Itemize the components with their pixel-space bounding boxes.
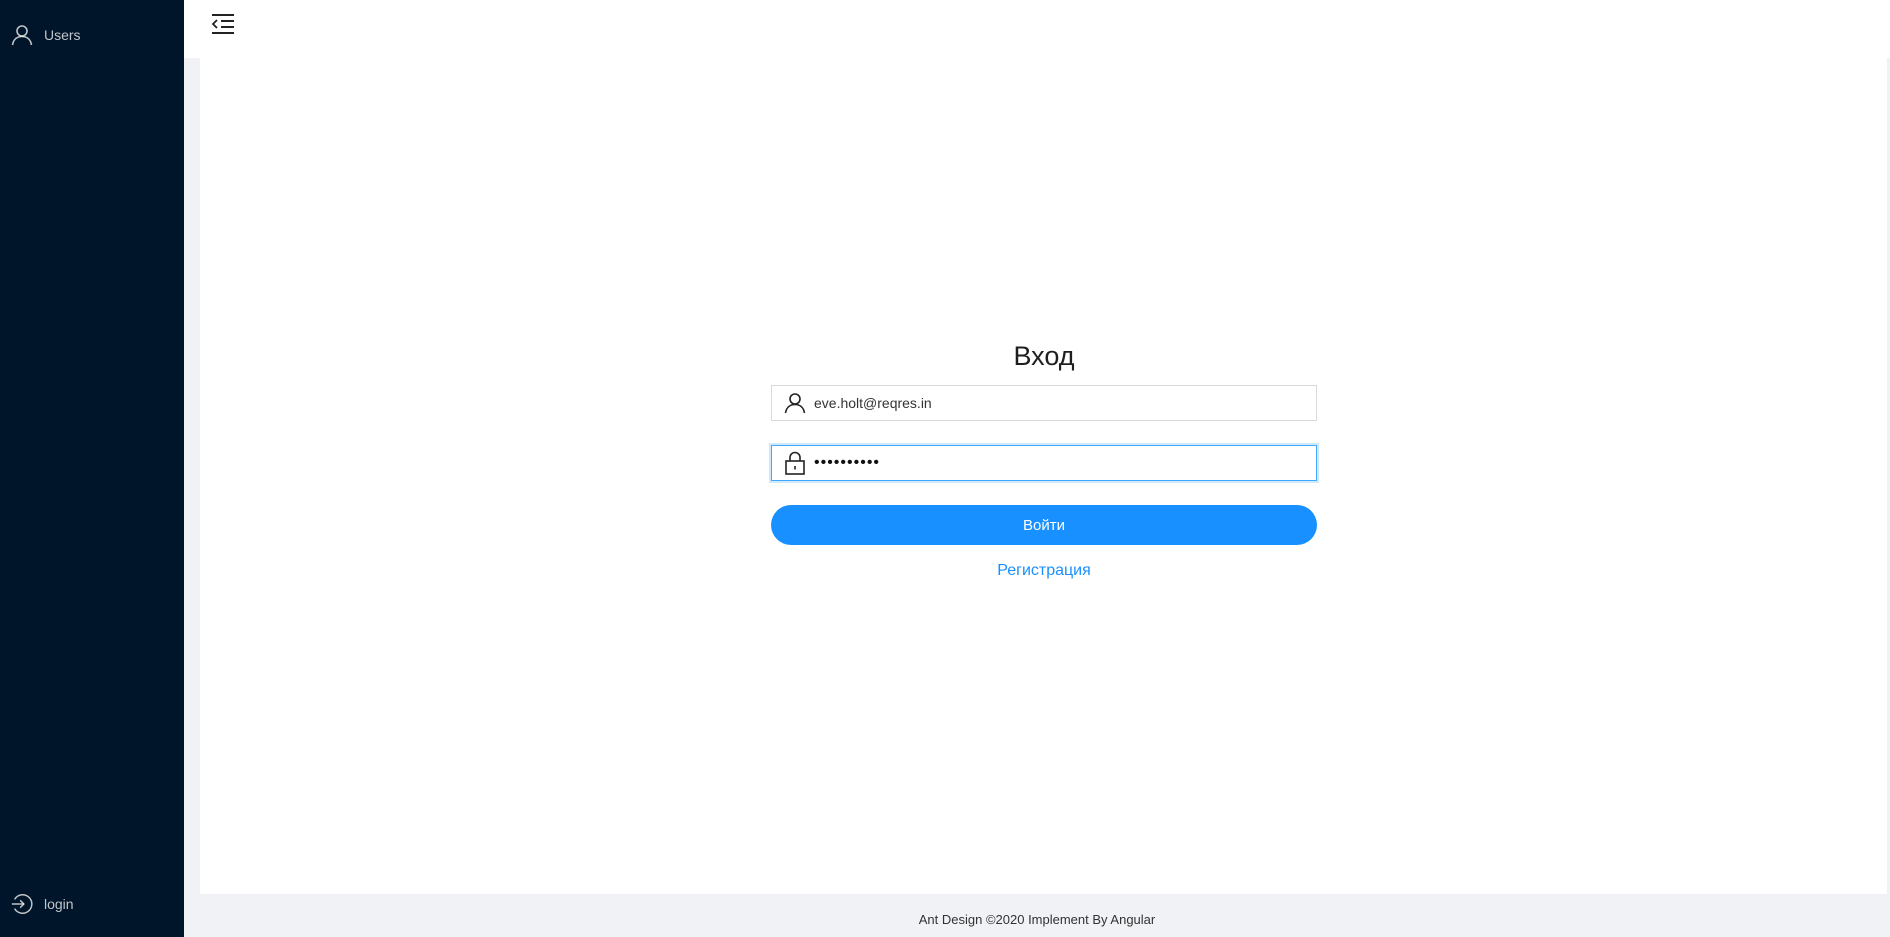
login-button[interactable]: Войти — [771, 505, 1317, 545]
user-icon — [10, 23, 34, 47]
register-link[interactable]: Регистрация — [771, 562, 1317, 580]
password-input[interactable] — [814, 448, 1316, 478]
login-icon — [10, 892, 34, 916]
user-icon — [782, 390, 808, 416]
lock-icon — [782, 450, 808, 476]
header — [184, 0, 1890, 58]
menu-fold-icon[interactable] — [208, 11, 238, 37]
sidebar-item-label: login — [44, 896, 74, 912]
email-field-wrapper — [771, 385, 1317, 421]
footer: Ant Design ©2020 Implement By Angular — [918, 912, 1156, 927]
login-form: Вход Войти Регистрация — [771, 336, 1317, 579]
sidebar-item-label: Users — [44, 27, 81, 43]
main-content: Вход Войти Регистрация — [200, 58, 1887, 894]
login-title: Вход — [1013, 341, 1075, 371]
email-input[interactable] — [814, 388, 1316, 418]
sidebar-item-users[interactable]: Users — [0, 13, 184, 57]
sidebar-item-login[interactable]: login — [0, 882, 184, 926]
sidebar: Users login — [0, 0, 184, 937]
password-field-wrapper — [771, 445, 1317, 481]
